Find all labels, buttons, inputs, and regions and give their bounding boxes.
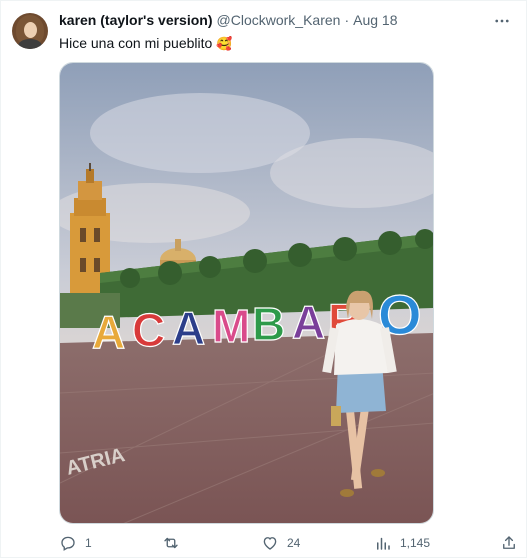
retweet-icon [164,537,178,549]
tweet-date[interactable]: Aug 18 [353,12,397,28]
tweet-photo[interactable]: ATRIA ACAMBARO [59,62,434,524]
photo-scene: ATRIA ACAMBARO [60,63,433,523]
sign-letter: M [212,300,250,352]
sign-letter: A [92,306,125,358]
author-name[interactable]: karen (taylor's version) [59,12,213,28]
share-icon [503,536,515,549]
sign-letter: B [252,298,285,350]
views-count: 1,145 [400,536,431,550]
sign-letter: A [172,302,205,354]
views-button[interactable]: 1,145 [374,533,430,553]
analytics-icon [377,537,390,550]
tweet-text: Hice una con mi pueblito 🥰 [59,33,232,54]
author-handle[interactable]: @Clockwork_Karen [217,12,341,28]
more-options-button[interactable] [492,11,512,31]
heart-icon [263,537,277,550]
sign-letter: A [292,296,325,348]
tweet-header: karen (taylor's version) @Clockwork_Kare… [59,12,397,32]
share-button[interactable] [500,533,518,553]
like-button[interactable]: 24 [261,533,300,553]
action-bar: 1 24 1,145 [59,533,519,553]
reply-count: 1 [85,536,92,550]
smiling-face-hearts-emoji: 🥰 [216,36,233,51]
like-count: 24 [287,536,301,550]
ellipsis-icon [495,19,509,23]
avatar[interactable] [12,13,48,49]
sign-letter: C [132,304,165,356]
reply-icon [61,536,75,551]
reply-button[interactable]: 1 [59,533,92,553]
retweet-button[interactable] [162,533,188,553]
tweet-card[interactable]: karen (taylor's version) @Clockwork_Kare… [0,0,527,558]
separator-dot: · [344,12,350,28]
tweet-body: Hice una con mi pueblito [59,35,213,51]
